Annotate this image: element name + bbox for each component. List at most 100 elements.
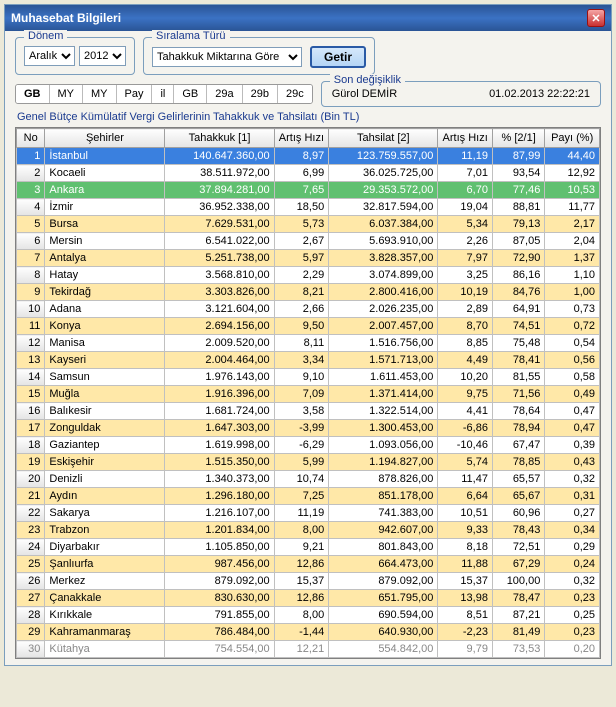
- table-row[interactable]: 30Kütahya754.554,0012,21554.842,009,7973…: [17, 641, 600, 658]
- table-row[interactable]: 6Mersin6.541.022,002,675.693.910,002,268…: [17, 233, 600, 250]
- tab-my-2[interactable]: MY: [83, 85, 117, 103]
- cell: 1,37: [545, 250, 600, 267]
- table-row[interactable]: 21Aydın1.296.180,007,25851.178,006,6465,…: [17, 488, 600, 505]
- cell: -1,44: [274, 624, 329, 641]
- table-row[interactable]: 8Hatay3.568.810,002,293.074.899,003,2586…: [17, 267, 600, 284]
- table-row[interactable]: 11Konya2.694.156,009,502.007.457,008,707…: [17, 318, 600, 335]
- cell: 2.009.520,00: [165, 335, 274, 352]
- cell: 100,00: [492, 573, 544, 590]
- cell: 32.817.594,00: [329, 199, 438, 216]
- cell: 15,37: [274, 573, 329, 590]
- close-icon[interactable]: ✕: [587, 9, 605, 27]
- table-row[interactable]: 20Denizli1.340.373,0010,74878.826,0011,4…: [17, 471, 600, 488]
- cell: 1.201.834,00: [165, 522, 274, 539]
- cell: Balıkesir: [45, 403, 165, 420]
- cell: 9: [17, 284, 45, 301]
- col-header[interactable]: Şehirler: [45, 129, 165, 148]
- cell: Bursa: [45, 216, 165, 233]
- tab-gb-5[interactable]: GB: [174, 85, 207, 103]
- cell: 13: [17, 352, 45, 369]
- tabbar: GBMYMYPayilGB29a29b29c: [15, 84, 313, 104]
- cell: 9,50: [274, 318, 329, 335]
- table-row[interactable]: 5Bursa7.629.531,005,736.037.384,005,3479…: [17, 216, 600, 233]
- table-row[interactable]: 3Ankara37.894.281,007,6529.353.572,006,7…: [17, 182, 600, 199]
- tab-29b-7[interactable]: 29b: [243, 85, 278, 103]
- table-row[interactable]: 4İzmir36.952.338,0018,5032.817.594,0019,…: [17, 199, 600, 216]
- cell: 65,57: [492, 471, 544, 488]
- table-row[interactable]: 24Diyarbakır1.105.850,009,21801.843,008,…: [17, 539, 600, 556]
- col-header[interactable]: No: [17, 129, 45, 148]
- cell: 1.216.107,00: [165, 505, 274, 522]
- table-row[interactable]: 27Çanakkale830.630,0012,86651.795,0013,9…: [17, 590, 600, 607]
- cell: Konya: [45, 318, 165, 335]
- cell: 30: [17, 641, 45, 658]
- cell: -2,23: [438, 624, 493, 641]
- titlebar[interactable]: Muhasebat Bilgileri ✕: [5, 5, 611, 31]
- getir-button[interactable]: Getir: [310, 46, 366, 68]
- table-row[interactable]: 13Kayseri2.004.464,003,341.571.713,004,4…: [17, 352, 600, 369]
- table-row[interactable]: 14Samsun1.976.143,009,101.611.453,0010,2…: [17, 369, 600, 386]
- table-row[interactable]: 22Sakarya1.216.107,0011,19741.383,0010,5…: [17, 505, 600, 522]
- col-header[interactable]: Tahakkuk [1]: [165, 129, 274, 148]
- cell: 7,65: [274, 182, 329, 199]
- cell: 8: [17, 267, 45, 284]
- table-row[interactable]: 19Eskişehir1.515.350,005,991.194.827,005…: [17, 454, 600, 471]
- table-row[interactable]: 9Tekirdağ3.303.826,008,212.800.416,0010,…: [17, 284, 600, 301]
- cell: 140.647.360,00: [165, 148, 274, 165]
- tab-my-1[interactable]: MY: [50, 85, 84, 103]
- col-header[interactable]: % [2/1]: [492, 129, 544, 148]
- col-header[interactable]: Tahsilat [2]: [329, 129, 438, 148]
- cell: 73,53: [492, 641, 544, 658]
- cell: Kayseri: [45, 352, 165, 369]
- table-row[interactable]: 12Manisa2.009.520,008,111.516.756,008,85…: [17, 335, 600, 352]
- cell: Denizli: [45, 471, 165, 488]
- cell: 8,85: [438, 335, 493, 352]
- cell: -10,46: [438, 437, 493, 454]
- cell: 1: [17, 148, 45, 165]
- col-header[interactable]: Artış Hızı: [438, 129, 493, 148]
- table-row[interactable]: 15Muğla1.916.396,007,091.371.414,009,757…: [17, 386, 600, 403]
- tab-il-4[interactable]: il: [152, 85, 174, 103]
- cell: 11,19: [274, 505, 329, 522]
- cell: 3,25: [438, 267, 493, 284]
- tab-29c-8[interactable]: 29c: [278, 85, 312, 103]
- cell: 79,13: [492, 216, 544, 233]
- cell: 0,32: [545, 573, 600, 590]
- cell: 0,34: [545, 522, 600, 539]
- table-row[interactable]: 23Trabzon1.201.834,008,00942.607,009,337…: [17, 522, 600, 539]
- sort-type-select[interactable]: Tahakkuk Miktarına Göre: [152, 47, 302, 67]
- table-row[interactable]: 18Gaziantep1.619.998,00-6,291.093.056,00…: [17, 437, 600, 454]
- month-select[interactable]: Aralık: [24, 46, 75, 66]
- year-select[interactable]: 2012: [79, 46, 126, 66]
- cell: 6,70: [438, 182, 493, 199]
- cell: 0,72: [545, 318, 600, 335]
- tab-29a-6[interactable]: 29a: [207, 85, 242, 103]
- cell: Kırıkkale: [45, 607, 165, 624]
- cell: 13,98: [438, 590, 493, 607]
- cell: 29.353.572,00: [329, 182, 438, 199]
- table-row[interactable]: 29Kahramanmaraş786.484,00-1,44640.930,00…: [17, 624, 600, 641]
- col-header[interactable]: Artış Hızı: [274, 129, 329, 148]
- table-row[interactable]: 25Şanlıurfa987.456,0012,86664.473,0011,8…: [17, 556, 600, 573]
- table-row[interactable]: 10Adana3.121.604,002,662.026.235,002,896…: [17, 301, 600, 318]
- cell: Ankara: [45, 182, 165, 199]
- table-row[interactable]: 26Merkez879.092,0015,37879.092,0015,3710…: [17, 573, 600, 590]
- table-header-row: NoŞehirlerTahakkuk [1]Artış HızıTahsilat…: [17, 129, 600, 148]
- cell: 0,29: [545, 539, 600, 556]
- tab-pay-3[interactable]: Pay: [117, 85, 153, 103]
- cell: 17: [17, 420, 45, 437]
- table-row[interactable]: 16Balıkesir1.681.724,003,581.322.514,004…: [17, 403, 600, 420]
- cell: 27: [17, 590, 45, 607]
- col-header[interactable]: Payı (%): [545, 129, 600, 148]
- cell: 554.842,00: [329, 641, 438, 658]
- cell: 1.647.303,00: [165, 420, 274, 437]
- table-row[interactable]: 2Kocaeli38.511.972,006,9936.025.725,007,…: [17, 165, 600, 182]
- table-row[interactable]: 28Kırıkkale791.855,008,00690.594,008,518…: [17, 607, 600, 624]
- cell: 0,47: [545, 403, 600, 420]
- content-area: Dönem Aralık 2012 Sıralama Türü Tahakkuk…: [5, 31, 611, 665]
- tab-gb-0[interactable]: GB: [16, 85, 50, 103]
- table-row[interactable]: 7Antalya5.251.738,005,973.828.357,007,97…: [17, 250, 600, 267]
- table-row[interactable]: 17Zonguldak1.647.303,00-3,991.300.453,00…: [17, 420, 600, 437]
- table-row[interactable]: 1İstanbul140.647.360,008,97123.759.557,0…: [17, 148, 600, 165]
- cell: 44,40: [545, 148, 600, 165]
